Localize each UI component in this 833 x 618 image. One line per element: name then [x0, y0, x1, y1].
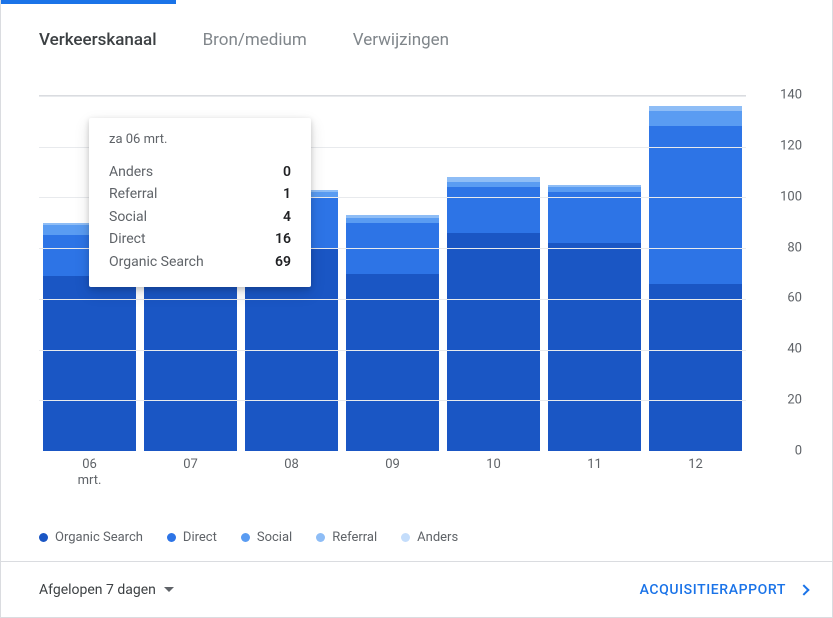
- bar-segment: [346, 218, 439, 223]
- x-axis: 06 mrt. 07 08 09 10 11 12: [39, 451, 746, 489]
- date-range-label: Afgelopen 7 dagen: [39, 582, 156, 598]
- bar-column[interactable]: [649, 96, 742, 451]
- y-tick: 60: [750, 291, 802, 306]
- chart-legend: Organic Search Direct Social Referral An…: [39, 530, 802, 545]
- y-tick: 20: [750, 393, 802, 408]
- tooltip-title: za 06 mrt.: [109, 132, 291, 147]
- y-tick: 120: [750, 138, 802, 153]
- x-tick: 06 mrt.: [78, 457, 102, 490]
- y-tick: 100: [750, 189, 802, 204]
- bar-segment: [447, 177, 540, 182]
- bar-segment: [548, 187, 641, 192]
- bar-column[interactable]: [447, 96, 540, 451]
- legend-swatch: [241, 533, 250, 542]
- tooltip-label: Anders: [109, 161, 153, 183]
- analytics-card: Verkeerskanaal Bron/medium Verwijzingen …: [0, 0, 833, 618]
- y-tick: 80: [750, 240, 802, 255]
- report-link[interactable]: ACQUISITIERAPPORT: [640, 582, 808, 598]
- gridline: [39, 350, 746, 351]
- x-tick: 10: [486, 457, 501, 473]
- tab-bron-medium[interactable]: Bron/medium: [203, 30, 307, 50]
- tooltip-row: Referral 1: [109, 183, 291, 205]
- x-tick: 11: [587, 457, 602, 473]
- legend-label: Anders: [417, 530, 458, 545]
- tab-verkeerskanaal[interactable]: Verkeerskanaal: [39, 30, 157, 50]
- tabs: Verkeerskanaal Bron/medium Verwijzingen: [1, 0, 832, 70]
- bar-segment: [649, 284, 742, 451]
- legend-label: Social: [257, 530, 292, 545]
- legend-item: Social: [241, 530, 292, 545]
- bar-column[interactable]: [548, 96, 641, 451]
- legend-item: Direct: [167, 530, 217, 545]
- y-tick: 0: [750, 444, 802, 459]
- tooltip-row: Social 4: [109, 206, 291, 228]
- tooltip-row: Organic Search 69: [109, 251, 291, 273]
- bar-segment: [548, 243, 641, 451]
- legend-label: Organic Search: [55, 530, 143, 545]
- tooltip-value: 4: [267, 206, 291, 228]
- bar-segment: [144, 279, 237, 451]
- legend-swatch: [39, 533, 48, 542]
- tooltip-value: 69: [267, 251, 291, 273]
- x-tick: 09: [385, 457, 400, 473]
- gridline: [39, 96, 746, 97]
- y-tick: 140: [750, 88, 802, 103]
- bar-segment: [649, 126, 742, 283]
- chevron-right-icon: [798, 584, 809, 595]
- date-range-selector[interactable]: Afgelopen 7 dagen: [39, 582, 174, 598]
- bar-segment: [447, 187, 540, 233]
- tooltip-value: 0: [267, 161, 291, 183]
- bar-segment: [43, 276, 136, 451]
- tooltip-label: Referral: [109, 183, 157, 205]
- tab-verwijzingen[interactable]: Verwijzingen: [353, 30, 449, 50]
- tooltip-row: Anders 0: [109, 161, 291, 183]
- bar-segment: [649, 106, 742, 111]
- legend-label: Direct: [183, 530, 217, 545]
- tooltip-label: Organic Search: [109, 251, 204, 273]
- x-tick: 08: [284, 457, 299, 473]
- x-tick: 07: [183, 457, 198, 473]
- card-footer: Afgelopen 7 dagen ACQUISITIERAPPORT: [1, 561, 832, 617]
- bar-segment: [447, 233, 540, 451]
- chart-tooltip: za 06 mrt. Anders 0 Referral 1 Social 4 Dir…: [89, 118, 311, 287]
- legend-item: Organic Search: [39, 530, 143, 545]
- bar-segment: [346, 274, 439, 452]
- legend-swatch: [167, 533, 176, 542]
- tooltip-label: Direct: [109, 228, 146, 250]
- bar-column[interactable]: [346, 96, 439, 451]
- legend-swatch: [401, 533, 410, 542]
- tooltip-value: 1: [267, 183, 291, 205]
- x-tick: 12: [688, 457, 703, 473]
- legend-item: Referral: [316, 530, 377, 545]
- gridline: [39, 400, 746, 401]
- tooltip-label: Social: [109, 206, 147, 228]
- bar-segment: [346, 215, 439, 218]
- bar-segment: [548, 185, 641, 188]
- gridline: [39, 299, 746, 300]
- bar-segment: [548, 192, 641, 243]
- tooltip-value: 16: [267, 228, 291, 250]
- bar-segment: [649, 111, 742, 126]
- tooltip-row: Direct 16: [109, 228, 291, 250]
- y-tick: 40: [750, 342, 802, 357]
- legend-item: Anders: [401, 530, 458, 545]
- legend-swatch: [316, 533, 325, 542]
- caret-down-icon: [164, 587, 174, 592]
- active-tab-indicator: [1, 0, 176, 4]
- bar-segment: [447, 182, 540, 187]
- legend-label: Referral: [332, 530, 377, 545]
- report-link-label: ACQUISITIERAPPORT: [640, 582, 786, 598]
- y-axis: 020406080100120140: [750, 95, 802, 451]
